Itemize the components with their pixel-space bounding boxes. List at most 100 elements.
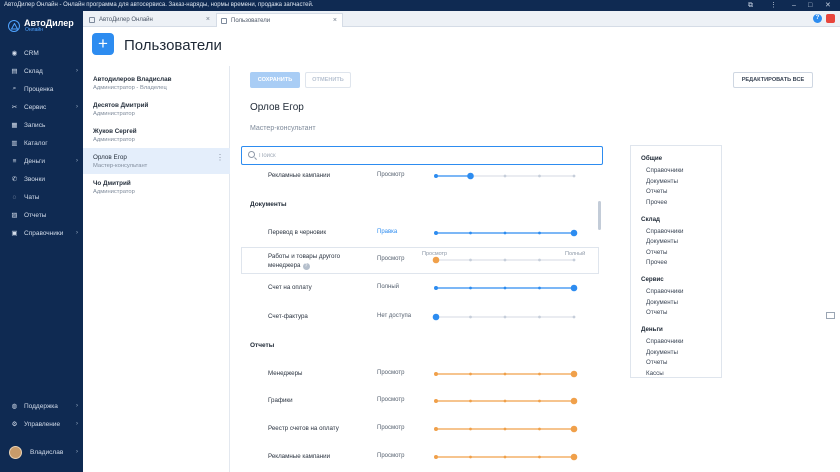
maximize-icon[interactable]: □ [808,0,812,11]
toc-item[interactable]: Справочники [646,167,683,174]
slider-step [469,315,472,319]
toc-group-title[interactable]: Деньги [641,326,663,333]
sidebar-user[interactable]: Владислав › [0,441,83,463]
logo[interactable]: АвтоДилер Онлайн [8,19,74,33]
slider-start [434,427,438,431]
user-list-item[interactable]: Чо Дмитрий Администратор [83,174,230,200]
menu-icon[interactable]: ⋮ [770,0,777,11]
slider-knob [570,425,578,433]
user-list-item[interactable]: Автодилеров Владислав Администратор - Вла… [83,70,230,96]
slider-step [572,455,576,459]
logo-name: АвтоДилер [24,18,74,28]
toc-item[interactable]: Отчеты [646,309,667,316]
permission-slider[interactable] [434,453,578,461]
permission-level: Просмотр [377,256,405,262]
restore-icon[interactable]: ⧉ [748,0,753,11]
permission-label: Графики [268,397,293,404]
toc-item[interactable]: Справочники [646,228,683,235]
toc-item[interactable]: Документы [646,299,678,306]
tab-users[interactable]: Пользователи × [216,13,343,27]
save-button[interactable]: СОХРАНИТЬ [250,72,300,88]
permission-search[interactable] [241,146,603,165]
toc-item[interactable]: Документы [646,349,678,356]
toc-item[interactable]: Отчеты [646,249,667,256]
slider-step [434,174,438,178]
tab-home[interactable]: АвтоДилер Онлайн × [85,13,215,27]
sidebar-item-9[interactable]: ▨ Отчеты [0,206,83,224]
sidebar-item-6[interactable]: ≡ Деньги › [0,152,83,170]
sidebar-item-label: Чаты [24,193,40,201]
slider-knob [467,172,474,180]
sidebar-item-5[interactable]: ▥ Каталог [0,134,83,152]
sidebar-bottom-item-0[interactable]: ◍ Поддержка › [0,397,83,415]
user-list-item[interactable]: Жуков Сергей Администратор [83,122,230,148]
close-icon[interactable]: × [206,13,210,27]
toc-item[interactable]: Справочники [646,288,683,295]
add-user-button[interactable]: + [92,33,114,55]
slider-step [572,315,576,319]
more-options-icon[interactable]: ⋮ [216,154,224,162]
slider-knob [570,453,578,461]
toc-group-title[interactable]: Общие [641,155,662,162]
toc-item[interactable]: Прочее [646,259,667,266]
user-list-item[interactable]: Орлов Егор Мастер-консультант ⋮ [83,148,230,174]
scrollbar[interactable] [598,201,601,230]
toc-item[interactable]: Кассы [646,370,664,377]
sidebar-item-1[interactable]: ▤ Склад › [0,62,83,80]
permission-label: Рекламные кампании [268,453,331,460]
help-icon[interactable]: ? [813,14,822,23]
sidebar-item-7[interactable]: ✆ Звонки [0,170,83,188]
edit-all-button[interactable]: РЕДАКТИРОВАТЬ ВСЕ [733,72,813,88]
help-icon[interactable]: ? [302,263,310,270]
sidebar-item-8[interactable]: ◌ Чаты [0,188,83,206]
slider-step [434,286,438,290]
slider-step [503,315,507,319]
toc-item[interactable]: Прочее [646,199,667,206]
sidebar-bottom-item-1[interactable]: ⚙ Управление › [0,415,83,433]
sidebar-item-10[interactable]: ▣ Справочники › [0,224,83,242]
sidebar-item-label: Поддержка [24,402,58,410]
slider-start [434,231,438,235]
slider-step [572,372,576,376]
user-list: Автодилеров Владислав Администратор - Вла… [83,66,230,472]
slider-step [469,286,472,290]
permission-slider[interactable] [434,172,576,180]
slider-step [469,427,472,431]
close-icon[interactable]: × [333,14,337,28]
sidebar-nav: ◉ CRM ▤ Склад › ⌕ Проценка ✂ Сервис › ▦ Запись ▥ Ката… [0,44,83,242]
sidebar-user-name: Владислав [30,448,64,456]
minimize-icon[interactable]: – [792,0,796,11]
toc-group-title[interactable]: Сервис [641,276,664,283]
notification-icon[interactable] [826,14,835,23]
slider-step [572,399,576,403]
slider-step [469,372,472,376]
page-icon [89,17,95,23]
sidebar-item-0[interactable]: ◉ CRM [0,44,83,62]
toc-item[interactable]: Документы [646,178,678,185]
cancel-button[interactable]: ОТМЕНИТЬ [305,72,351,88]
slider-step [503,372,507,376]
permission-slider[interactable] [434,370,578,378]
permission-label: Реестр счетов на оплату [268,425,339,432]
toc-group-title[interactable]: Склад [641,216,660,223]
search-input[interactable] [259,149,589,162]
permission-level: Просмотр [377,397,405,403]
permission-slider[interactable] [434,229,578,237]
sidebar-item-2[interactable]: ⌕ Проценка [0,80,83,98]
close-icon[interactable]: ✕ [825,0,831,11]
sidebar-item-4[interactable]: ▦ Запись [0,116,83,134]
toc-item[interactable]: Справочники [646,338,683,345]
mail-icon[interactable] [826,312,835,319]
permission-slider[interactable] [434,284,578,292]
toc-item[interactable]: Отчеты [646,359,667,366]
permission-slider[interactable] [434,425,578,433]
sidebar-item-3[interactable]: ✂ Сервис › [0,98,83,116]
toc-item[interactable]: Документы [646,238,678,245]
permission-slider[interactable] [434,397,578,405]
user-list-item[interactable]: Десятов Дмитрий Администратор [83,96,230,122]
toc-item[interactable]: Отчеты [646,188,667,195]
permission-slider[interactable] [432,313,576,321]
slider-step [538,427,541,431]
section-reports: Отчеты [250,342,275,349]
slider-step [469,399,472,403]
